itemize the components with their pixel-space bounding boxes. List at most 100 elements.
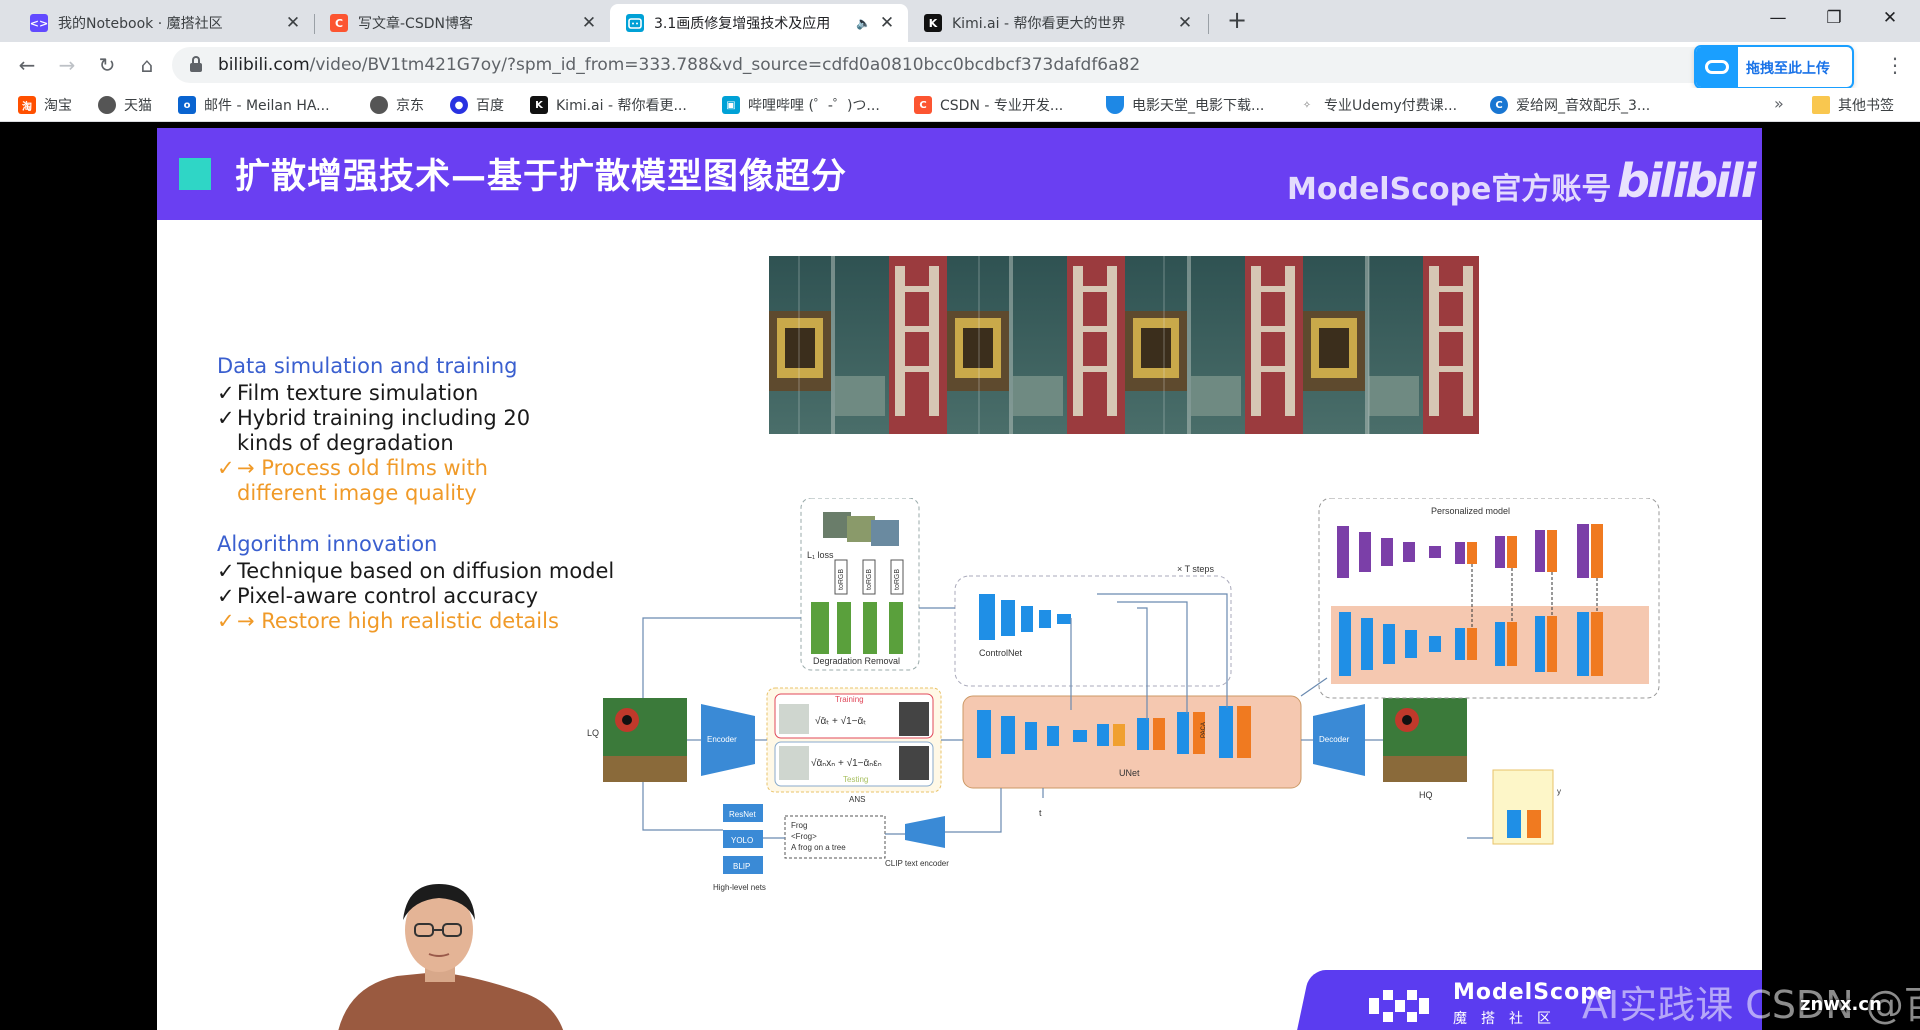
reload-icon[interactable]: ↻	[90, 48, 124, 82]
tab-notebook[interactable]: <> 我的Notebook · 魔搭社区 ✕	[14, 4, 314, 42]
bookmark-taobao[interactable]: 淘淘宝	[18, 94, 72, 116]
bookmark-jd[interactable]: 京东	[370, 94, 424, 116]
minimize-icon[interactable]: —	[1750, 0, 1806, 38]
controlnet-label: ControlNet	[979, 648, 1023, 658]
csdn-favicon-icon: C	[330, 14, 348, 32]
t-steps-label: × T steps	[1177, 564, 1214, 574]
modelscope-favicon-icon: <>	[30, 14, 48, 32]
bookmark-aigei[interactable]: C 爱给网_音效配乐_3...	[1490, 94, 1650, 116]
bookmark-mail[interactable]: o 邮件 - Meilan HA...	[178, 94, 330, 116]
tab-strip: <> 我的Notebook · 魔搭社区 ✕ C 写文章-CSDN博客 ✕ 3.…	[0, 0, 1920, 42]
presenter-webcam-figure	[338, 884, 564, 1030]
tab-title: 写文章-CSDN博客	[358, 16, 473, 32]
drag-upload-button[interactable]: 拖拽至此上传	[1694, 45, 1854, 89]
bookmark-movie[interactable]: 电影天堂_电影下载...	[1106, 94, 1264, 116]
url-text[interactable]: bilibili.com/video/BV1tm421G7oy/?spm_id_…	[218, 55, 1140, 75]
url-host: bilibili.com	[218, 55, 310, 75]
l1-loss-label: L₁ loss	[807, 550, 834, 560]
forward-arrow-icon[interactable]: →	[50, 48, 84, 82]
kebab-menu-icon[interactable]: ⋮	[1880, 50, 1910, 80]
bookmark-label: 邮件 - Meilan HA...	[204, 98, 330, 114]
prompt-line: <Frog>	[791, 832, 817, 841]
close-tab-icon[interactable]: ✕	[578, 13, 600, 33]
presentation-slide: 扩散增强技术—基于扩散模型图像超分 ModelScope官方账号 bilibil…	[157, 128, 1762, 1030]
restore-icon[interactable]: ❐	[1806, 0, 1862, 38]
footer-modelscope-subtext: 魔搭社区	[1453, 1011, 1565, 1027]
y-label: y	[1557, 787, 1561, 796]
lock-icon[interactable]	[190, 56, 202, 72]
check-icon: ✓	[217, 559, 235, 583]
kimi-icon: K	[530, 96, 548, 114]
bookmark-tmall[interactable]: 天猫	[98, 94, 152, 116]
new-tab-plus-icon[interactable]: +	[1222, 6, 1252, 36]
speaker-icon[interactable]: 🔈	[856, 16, 876, 30]
bookmark-label: 专业Udemy付费课...	[1324, 98, 1458, 114]
paca-detail-box	[1492, 769, 1554, 845]
folder-icon	[1812, 96, 1830, 114]
bookmark-label: 淘宝	[44, 98, 72, 114]
unet-label: UNet	[1119, 768, 1140, 778]
prompt-line: A frog on a tree	[791, 843, 846, 852]
bilibili-tv-favicon-icon	[626, 14, 644, 32]
ans-label: ANS	[849, 795, 865, 804]
modelscope-logo-icon	[1369, 990, 1429, 1022]
clip-text-encoder-label: CLIP text encoder	[885, 859, 949, 868]
video-player[interactable]: 扩散增强技术—基于扩散模型图像超分 ModelScope官方账号 bilibil…	[0, 122, 1920, 1030]
controlnet-box	[954, 575, 1232, 687]
resnet-label: ResNet	[729, 810, 756, 819]
tab-csdn[interactable]: C 写文章-CSDN博客 ✕	[314, 4, 610, 42]
bullet-item: ✓ Hybrid training including 20	[217, 406, 531, 430]
close-tab-icon[interactable]: ✕	[282, 13, 304, 33]
torgb-label: toRGB	[866, 569, 873, 590]
bookmark-bilibili[interactable]: ▣ 哔哩哔哩 (゜-゜)つ...	[722, 94, 880, 116]
bullet-item: ✓ Film texture simulation	[217, 381, 479, 405]
tab-kimi[interactable]: K Kimi.ai - 帮你看更大的世界 ✕	[908, 4, 1206, 42]
bookmark-label: 天猫	[124, 98, 152, 114]
check-icon: ✓	[217, 381, 235, 405]
tab-divider	[1208, 14, 1209, 34]
bookmark-label: 电影天堂_电影下载...	[1132, 98, 1265, 114]
hq-label: HQ	[1419, 790, 1433, 800]
bookmark-label: 其他书签	[1838, 98, 1894, 114]
torgb-label: toRGB	[894, 569, 901, 590]
film-frames-image	[769, 256, 1479, 434]
bullet-item-highlight: ✓ → Process old films with	[217, 456, 488, 480]
bookmark-label: 京东	[396, 98, 424, 114]
more-bookmarks-chevron-icon[interactable]: »	[1774, 94, 1784, 113]
clip-encoder-shape	[905, 816, 945, 848]
taobao-icon: 淘	[18, 96, 36, 114]
bookmark-baidu[interactable]: ● 百度	[450, 94, 504, 116]
other-bookmarks[interactable]: 其他书签	[1812, 94, 1894, 116]
cloud-upload-icon	[1696, 47, 1738, 87]
close-tab-icon[interactable]: ✕	[876, 13, 898, 33]
bookmark-label: Kimi.ai - 帮你看更...	[556, 98, 687, 114]
bookmarks-bar: 淘淘宝 天猫 o 邮件 - Meilan HA... 京东 ● 百度 K Kimi.a…	[0, 88, 1920, 122]
paca-label: PACA	[1201, 722, 1207, 738]
tab-title: 3.1画质修复增强技术及应用	[654, 16, 831, 32]
high-level-nets-label: High-level nets	[713, 883, 766, 892]
tab-title: Kimi.ai - 帮你看更大的世界	[952, 16, 1126, 32]
outlook-icon: o	[178, 96, 196, 114]
check-icon: ✓	[217, 406, 235, 430]
check-icon: ✓	[217, 584, 235, 608]
baidu-paw-icon: ●	[450, 96, 468, 114]
upload-label: 拖拽至此上传	[1746, 61, 1830, 77]
bookmark-csdn[interactable]: C CSDN - 专业开发...	[914, 94, 1063, 116]
close-tab-icon[interactable]: ✕	[1174, 13, 1196, 33]
decoder-label: Decoder	[1319, 735, 1350, 744]
back-arrow-icon[interactable]: ←	[10, 48, 44, 82]
bookmark-kimi[interactable]: K Kimi.ai - 帮你看更...	[530, 94, 687, 116]
check-icon: ✓	[217, 456, 235, 480]
site-watermark: znwx.cn	[1800, 994, 1882, 1015]
degradation-removal-label: Degradation Removal	[813, 656, 900, 666]
shield-icon	[1106, 96, 1124, 114]
training-label: Training	[835, 695, 864, 704]
globe-icon	[98, 96, 116, 114]
udemy-icon: ✧	[1298, 96, 1316, 114]
tab-bilibili-video[interactable]: 3.1画质修复增强技术及应用 🔈 ✕	[610, 4, 908, 42]
close-window-icon[interactable]: ✕	[1862, 0, 1918, 38]
address-bar[interactable]: bilibili.com/video/BV1tm421G7oy/?spm_id_…	[172, 47, 1792, 83]
kimi-favicon-icon: K	[924, 14, 942, 32]
bookmark-udemy[interactable]: ✧ 专业Udemy付费课...	[1298, 94, 1457, 116]
home-icon[interactable]: ⌂	[130, 48, 164, 82]
